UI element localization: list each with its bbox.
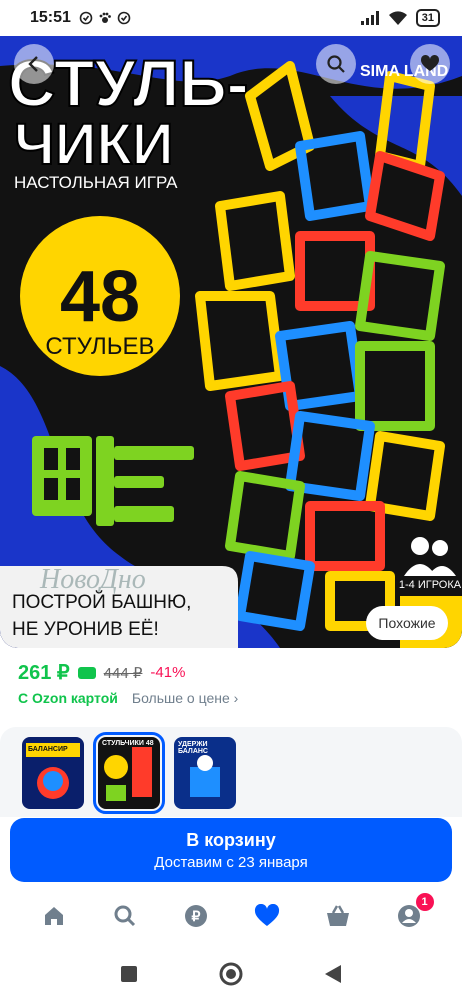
sync-check-icon [79, 11, 93, 25]
recents-icon[interactable] [120, 965, 138, 983]
brand-mark: НовоДно [39, 564, 146, 595]
variant-thumb-1[interactable]: БАЛАНСИР [22, 737, 84, 809]
ozon-card-label: С Ozon картой [18, 690, 118, 706]
ozon-card-row: С Ozon картой Больше о цене › [18, 690, 238, 706]
more-price-link[interactable]: Больше о цене › [132, 690, 238, 706]
tab-cart[interactable] [323, 901, 353, 931]
price-discount: -41% [150, 664, 186, 681]
variant-thumb-3[interactable]: УДЕРЖИ БАЛАНС [174, 737, 236, 809]
tab-ruble[interactable]: ₽ [181, 901, 211, 931]
add-to-cart-button[interactable]: В корзину Доставим с 23 января [10, 818, 452, 882]
sync-check-icon [117, 11, 131, 25]
notification-icons [79, 11, 131, 25]
profile-icon [397, 905, 420, 927]
search-icon [327, 55, 345, 73]
price-row: 261 ₽ 444 ₽ -41% [18, 660, 185, 685]
back-arrow-icon [28, 56, 38, 72]
heart-icon [254, 904, 279, 926]
product-title-line2: ЧИКИ [14, 112, 174, 177]
tab-profile[interactable]: 1 [394, 893, 434, 931]
tagline-line2: НЕ УРОНИВ ЕЁ! [12, 619, 159, 640]
tab-favorites[interactable] [252, 901, 282, 931]
ozon-card-icon [77, 666, 96, 679]
product-count-label: СТУЛЬЕВ [45, 333, 154, 360]
paw-icon [99, 12, 111, 23]
svg-text:₽: ₽ [191, 908, 200, 924]
back-button[interactable] [14, 44, 54, 84]
tagline-line1: ПОСТРОЙ БАШНЮ, [12, 591, 191, 613]
add-to-cart-label: В корзину [186, 829, 276, 850]
players-label: 1-4 ИГРОКА [399, 579, 462, 591]
profile-badge: 1 [415, 893, 434, 911]
heart-icon [420, 54, 440, 71]
wifi-icon [388, 10, 407, 25]
favorite-button[interactable] [410, 44, 450, 84]
status-bar: 15:51 31 [0, 0, 462, 36]
signal-icon [360, 11, 379, 25]
search-button[interactable] [316, 44, 356, 84]
product-count: 48 [60, 257, 140, 337]
tab-home[interactable] [39, 901, 69, 931]
delivery-date: Доставим с 23 января [154, 853, 308, 871]
product-subtitle: НАСТОЛЬНАЯ ИГРА [14, 173, 178, 192]
home-circle-icon[interactable] [218, 961, 244, 987]
price-old: 444 ₽ [103, 664, 143, 682]
search-icon [114, 905, 135, 927]
home-icon [44, 907, 63, 925]
similar-button[interactable]: Похожие [366, 606, 448, 640]
ruble-icon: ₽ [184, 905, 207, 927]
basket-icon [326, 905, 349, 926]
product-image[interactable]: СТУЛЬ- ЧИКИ НАСТОЛЬНАЯ ИГРА 48 СТУЛЬЕВ 1… [0, 36, 462, 648]
tab-search[interactable] [110, 901, 140, 931]
variant-thumb-2[interactable]: СТУЛЬЧИКИ 48 [93, 732, 165, 814]
system-nav-bar [0, 948, 462, 1000]
bottom-tab-bar: ₽ 1 [0, 893, 462, 939]
battery-indicator: 31 [415, 9, 440, 27]
chevron-right-icon: › [233, 690, 239, 706]
price-current: 261 ₽ [18, 662, 70, 684]
variant-selector: БАЛАНСИР СТУЛЬЧИКИ 48 УДЕРЖИ БАЛАНС [0, 727, 462, 817]
status-time: 15:51 [30, 9, 71, 26]
back-triangle-icon[interactable] [324, 964, 342, 984]
